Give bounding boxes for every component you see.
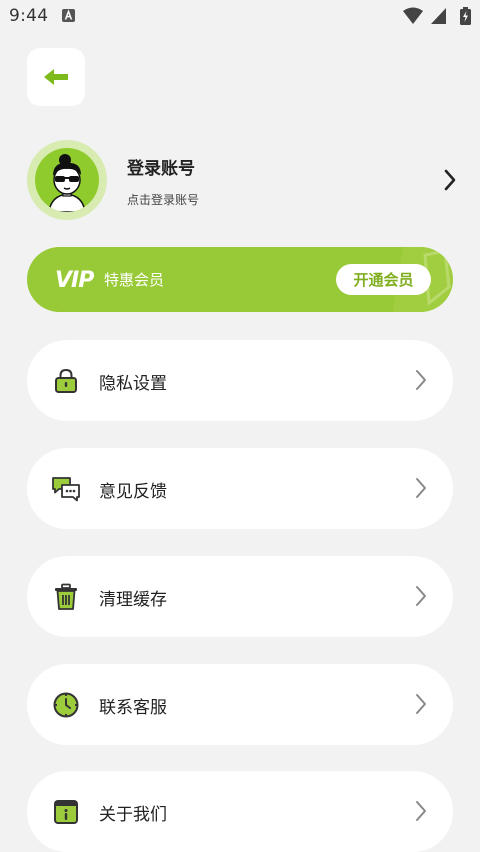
back-button[interactable] [27,48,85,106]
menu-item-label: 清理缓存 [99,590,167,610]
menu-item-label: 联系客服 [99,698,167,718]
status-bar: 9:44 [0,0,480,34]
menu-item-label: 关于我们 [99,805,167,825]
chevron-right-icon [416,478,426,498]
avatar[interactable] [27,140,107,220]
chevron-right-icon[interactable] [443,169,457,191]
battery-charging-icon [460,7,471,25]
menu-item-label: 隐私设置 [99,374,167,394]
chevron-right-icon [416,370,426,390]
chevron-right-icon [416,586,426,606]
info-icon [54,800,78,824]
signal-icon [431,8,446,24]
menu-item-about-us[interactable]: 关于我们 [27,771,453,852]
lock-icon [55,368,77,393]
menu-item-feedback[interactable]: 意见反馈 [27,448,453,529]
chevron-right-icon [416,801,426,821]
vip-banner[interactable]: VIP 特惠会员 开通会员 [27,247,453,312]
avatar-image [35,148,99,212]
status-time: 9:44 [9,6,49,26]
wifi-icon [403,7,423,24]
menu-item-privacy-settings[interactable]: 隐私设置 [27,340,453,421]
vip-logo: VIP [55,268,94,293]
arrow-left-icon [44,69,68,85]
vip-label: 特惠会员 [104,271,165,289]
profile-login-row[interactable]: 登录账号 点击登录账号 [27,140,457,220]
menu-item-label: 意见反馈 [99,482,167,502]
notification-a-icon [62,9,75,22]
chat-bubbles-icon [52,477,80,502]
headset-icon [53,692,79,718]
profile-subtitle: 点击登录账号 [127,193,200,207]
cartoon-person-icon [48,154,86,212]
chevron-right-icon [416,694,426,714]
menu-item-customer-service[interactable]: 联系客服 [27,664,453,745]
open-vip-button[interactable]: 开通会员 [336,264,431,295]
menu-item-clear-cache[interactable]: 清理缓存 [27,556,453,637]
profile-name: 登录账号 [127,159,195,179]
trash-icon [55,583,77,610]
